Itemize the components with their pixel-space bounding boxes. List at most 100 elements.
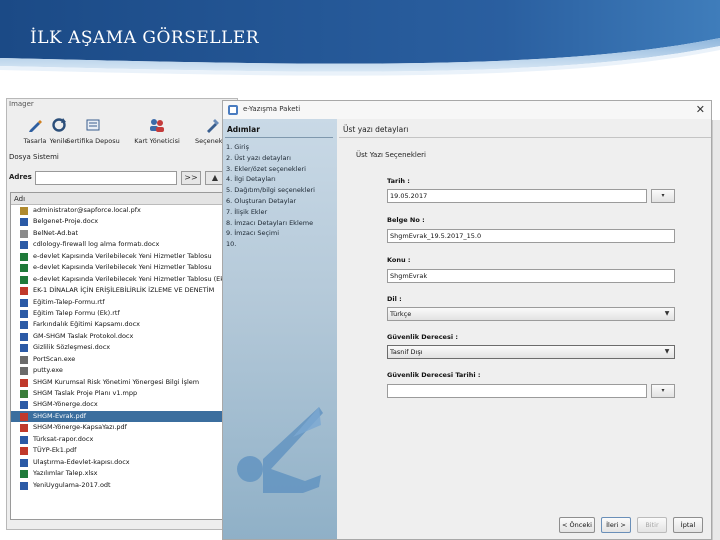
step-item: 4. İlgi Detayları [226,175,276,184]
toolbar-button-certificate[interactable]: Sertifika Deposu [63,115,123,151]
wizard-dialog: e-Yazışma Paketi ✕ Adımlar 1. Giriş 2. Üs… [222,100,712,540]
dil-value: Türkçe [390,310,412,318]
file-row[interactable]: TÜYP-Ek1.pdf [11,445,227,456]
next-button[interactable]: İleri > [601,517,631,533]
window-scrollbar[interactable] [712,120,720,540]
pdf-file-icon [20,447,28,456]
file-row[interactable]: SHGM-Yönerge-KapsaYazı.pdf [11,422,227,433]
file-row[interactable]: Gizlilik Sözleşmesi.docx [11,342,227,353]
file-name: Yazılımlar Talep.xlsx [33,469,98,478]
doc-file-icon [20,298,28,307]
guvenlik-tarih-picker-button[interactable]: ▾ [651,384,675,398]
step-item: 8. İmzacı Detayları Ekleme [226,218,314,227]
exe-file-icon [20,367,28,376]
file-name: TÜYP-Ek1.pdf [33,446,77,455]
address-label: Adres : [9,173,38,181]
file-row[interactable]: SHGM Taslak Proje Planı v1.mpp [11,388,227,399]
toolbar-button-card[interactable]: Kart Yöneticisi [127,115,187,151]
file-row[interactable]: cdlology-firewall log alma formatı.docx [11,239,227,250]
doc-file-icon [20,241,28,250]
doc-file-icon [20,218,28,227]
file-row[interactable]: PortScan.exe [11,354,227,365]
steps-panel: Adımlar 1. Giriş 2. Üst yazı detayları 3. … [223,119,337,539]
file-row[interactable]: e-devlet Kapısında Verilebilecek Yeni Hi… [11,251,227,262]
pdf-file-icon [20,412,28,421]
certificate-icon [86,119,100,131]
file-row[interactable]: SHGM-Yönerge.docx [11,399,227,410]
pdf-file-icon [20,424,28,433]
finish-button[interactable]: Bitir [637,517,667,533]
file-row[interactable]: putty.exe [11,365,227,376]
pdf-file-icon [20,378,28,387]
imager-toolbar: Tasarla Yenile Sertifika Deposu Kart Yöneti… [7,113,237,153]
file-name: e-devlet Kapısında Verilebilecek Yeni Hi… [33,274,228,283]
file-name: PortScan.exe [33,354,76,363]
konu-input[interactable]: ShgmEvrak [387,269,675,283]
slide: İLK AŞAMA GÖRSELLER Imager Tasarla Yenile… [0,0,720,540]
toolbar-button-label: Sertifika Deposu [66,137,120,145]
xls-file-icon [20,470,28,479]
file-row[interactable]: Farkındalık Eğitimi Kapsamı.docx [11,319,227,330]
file-row[interactable]: SHGM-Evrak.pdf [11,410,227,423]
doc-file-icon [20,435,28,444]
tarih-picker-button[interactable]: ▾ [651,189,675,203]
steps-header: Adımlar [227,125,260,134]
wizard-main: Üst yazı detayları Üst Yazı Seçenekleri … [339,119,711,539]
dil-select[interactable]: Türkçe ▼ [387,307,675,321]
exe-file-icon [20,355,28,364]
file-row[interactable]: Belgenet-Proje.docx [11,216,227,227]
dil-label: Dil : [387,295,402,303]
file-row[interactable]: BelNet-Ad.bat [11,228,227,239]
steps-divider [225,137,333,138]
file-row[interactable]: e-devlet Kapısında Verilebilecek Yeni Hi… [11,274,227,285]
tools-icon [207,119,219,133]
guvenlik-label: Güvenlik Derecesi : [387,333,458,341]
doc-file-icon [20,458,28,467]
file-name: putty.exe [33,366,63,375]
file-row[interactable]: Yazılımlar Talep.xlsx [11,468,227,479]
file-name: Eğitim Talep Formu (Ek).rtf [33,308,120,317]
address-input[interactable] [35,171,177,185]
step-item: 3. Ekler/özet seçenekleri [226,164,306,173]
file-name: Gizlilik Sözleşmesi.docx [33,343,111,352]
guvenlik-select[interactable]: Tasnif Dışı ▼ [387,345,675,359]
file-name: Farkındalık Eğitimi Kapsamı.docx [33,320,140,329]
file-name: GM-SHGM Taslak Protokol.docx [33,331,134,340]
file-row[interactable]: e-devlet Kapısında Verilebilecek Yeni Hi… [11,262,227,273]
doc-file-icon [20,321,28,330]
step-item: 9. İmzacı Seçimi [226,229,279,238]
go-button[interactable]: >> [181,171,201,185]
file-name: e-devlet Kapısında Verilebilecek Yeni Hi… [33,263,212,272]
file-row[interactable]: Eğitim-Talep-Formu.rtf [11,297,227,308]
tarih-input[interactable]: 19.05.2017 [387,189,647,203]
main-header: Üst yazı detayları [343,125,409,134]
file-row[interactable]: YeniUygulama-2017.odt [11,480,227,491]
file-row[interactable]: Ulaştırma-Edevlet-kapısı.docx [11,457,227,468]
cancel-button[interactable]: İptal [673,517,703,533]
imager-window: Imager Tasarla Yenile Sertifika Deposu Kart… [6,98,238,530]
back-button[interactable]: < Önceki [559,517,595,533]
file-name: Eğitim-Talep-Formu.rtf [33,297,105,306]
file-row[interactable]: EK-1 DİNALAR İÇİN ERİŞİLEBİLİRLİK İZLEME… [11,285,227,296]
guvenlik-tarih-label: Güvenlik Derecesi Tarihi : [387,371,481,379]
file-row[interactable]: Türksat-rapor.docx [11,434,227,445]
file-name: EK-1 DİNALAR İÇİN ERİŞİLEBİLİRLİK İZLEME… [33,286,215,295]
main-divider [339,137,711,138]
slide-header: İLK AŞAMA GÖRSELLER [0,0,720,92]
step-item: 2. Üst yazı detayları [226,153,291,162]
file-row[interactable]: SHGM Kurumsal Risk Yönetimi Yönergesi Bi… [11,377,227,388]
file-row[interactable]: Eğitim Talep Formu (Ek).rtf [11,308,227,319]
close-icon[interactable]: ✕ [696,103,705,116]
section-title: Üst Yazı Seçenekleri [356,151,426,159]
xls-file-icon [20,264,28,273]
file-row[interactable]: GM-SHGM Taslak Protokol.docx [11,331,227,342]
belge-no-input[interactable]: ShgmEvrak_19.5.2017_15.0 [387,229,675,243]
file-list-header[interactable]: Adı [11,193,227,205]
file-row[interactable]: administrator@sapforce.local.pfx [11,205,227,216]
xls-file-icon [20,252,28,261]
step-item: 5. Dağıtım/bilgi seçenekleri [226,186,315,195]
guvenlik-tarih-input[interactable] [387,384,647,398]
step-item: 6. Oluşturan Detaylar [226,197,297,205]
file-list: Adı administrator@sapforce.local.pfx Belg… [10,192,228,520]
file-name: cdlology-firewall log alma formatı.docx [33,240,160,249]
